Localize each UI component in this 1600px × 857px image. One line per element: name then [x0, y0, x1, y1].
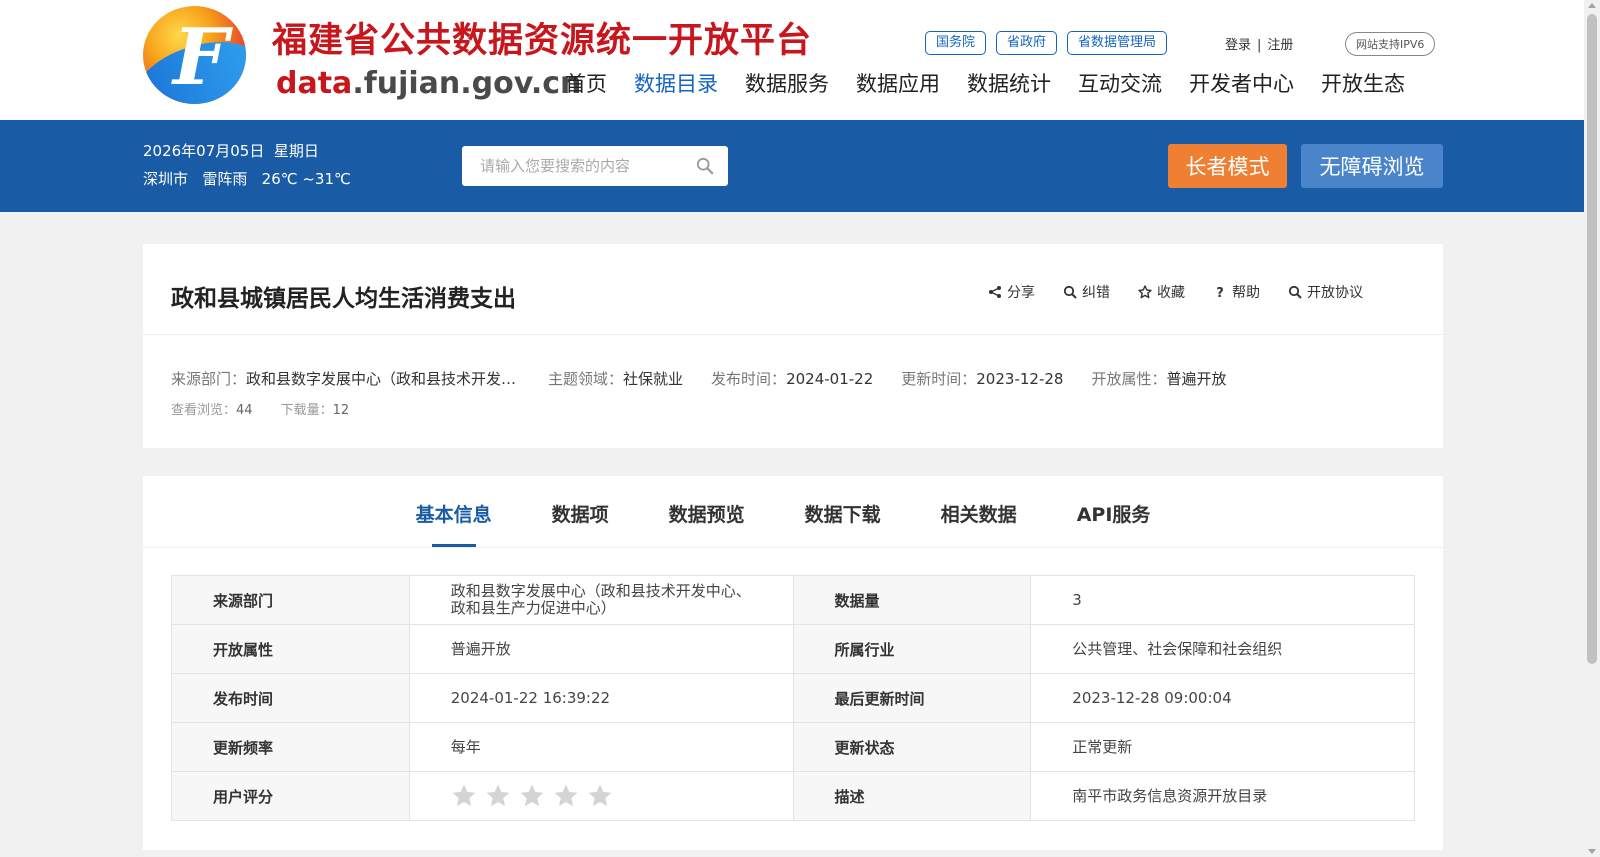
link-state-council[interactable]: 国务院 — [925, 31, 987, 55]
search-icon[interactable] — [696, 157, 714, 175]
cell-key: 所属行业 — [792, 624, 1032, 674]
help-button[interactable]: ? 帮助 — [1213, 282, 1260, 302]
site-header: F 福建省公共数据资源统一开放平台 data.fujian.gov.cn 国务院… — [0, 0, 1584, 120]
meta-publish-time: 发布时间：2024-01-22 — [711, 370, 874, 388]
cell-key: 更新状态 — [792, 722, 1032, 772]
nav-data-services[interactable]: 数据服务 — [745, 68, 829, 98]
cell-key: 发布时间 — [171, 673, 410, 723]
nav-developer-center[interactable]: 开发者中心 — [1189, 68, 1294, 98]
search-input[interactable] — [462, 146, 672, 186]
cell-key: 数据量 — [792, 575, 1032, 625]
link-data-administration[interactable]: 省数据管理局 — [1067, 31, 1168, 55]
tab-related-data[interactable]: 相关数据 — [941, 476, 1017, 547]
cell-value: 2024-01-22 16:39:22 — [408, 673, 794, 723]
scrollbar-thumb[interactable] — [1587, 14, 1597, 664]
link-provincial-government[interactable]: 省政府 — [996, 31, 1058, 55]
cell-value: 南平市政务信息资源开放目录 — [1030, 771, 1415, 821]
table-row: 来源部门 政和县数字发展中心（政和县技术开发中心、政和县生产力促进中心） 数据量… — [171, 575, 1415, 625]
cell-value: 正常更新 — [1030, 722, 1415, 772]
scroll-down-icon[interactable] — [1588, 849, 1596, 854]
cell-value: 3 — [1030, 575, 1415, 625]
main-nav: 首页 数据目录 数据服务 数据应用 数据统计 互动交流 开发者中心 开放生态 — [565, 68, 1405, 98]
report-error-button[interactable]: 纠错 — [1063, 282, 1110, 302]
table-row: 发布时间 2024-01-22 16:39:22 最后更新时间 2023-12-… — [171, 673, 1415, 723]
login-link[interactable]: 登录 — [1225, 38, 1251, 53]
dataset-summary-card: 政和县城镇居民人均生活消费支出 分享 纠错 收藏 ? 帮助 开放协议 来源部门：… — [143, 244, 1443, 448]
rating-star-icon[interactable] — [587, 783, 613, 809]
accessible-browse-button[interactable]: 无障碍浏览 — [1301, 144, 1443, 188]
cell-value: 每年 — [408, 722, 794, 772]
dataset-actions: 分享 纠错 收藏 ? 帮助 开放协议 — [988, 282, 1363, 302]
download-count: 下载量：12 — [280, 403, 350, 418]
view-count: 查看浏览：44 — [171, 403, 253, 418]
site-title: 福建省公共数据资源统一开放平台 — [272, 20, 813, 61]
rating-star-icon[interactable] — [553, 783, 579, 809]
meta-source: 来源部门：政和县数字发展中心（政和县技术开发中心、政和县生产力促进中心） — [171, 370, 520, 388]
dataset-stats: 查看浏览：44 下载量：12 — [171, 399, 349, 418]
meta-topic: 主题领域：社保就业 — [548, 370, 684, 388]
tab-basic-info[interactable]: 基本信息 — [416, 476, 492, 547]
table-row: 开放属性 普遍开放 所属行业 公共管理、社会保障和社会组织 — [171, 624, 1415, 674]
magnifier-icon — [1288, 285, 1302, 299]
rating-star-icon[interactable] — [485, 783, 511, 809]
rating-star-icon[interactable] — [519, 783, 545, 809]
dataset-meta: 来源部门：政和县数字发展中心（政和县技术开发中心、政和县生产力促进中心） 主题领… — [171, 368, 1226, 389]
site-logo-icon[interactable]: F — [143, 6, 246, 104]
basic-info-table: 来源部门 政和县数字发展中心（政和县技术开发中心、政和县生产力促进中心） 数据量… — [171, 575, 1415, 821]
cell-key: 描述 — [792, 771, 1032, 821]
nav-data-apps[interactable]: 数据应用 — [856, 68, 940, 98]
open-license-button[interactable]: 开放协议 — [1288, 282, 1363, 302]
register-link[interactable]: 注册 — [1267, 38, 1293, 53]
cell-value: 政和县数字发展中心（政和县技术开发中心、政和县生产力促进中心） — [408, 575, 794, 625]
meta-update-time: 更新时间：2023-12-28 — [901, 370, 1064, 388]
tab-data-download[interactable]: 数据下载 — [805, 476, 881, 547]
question-icon: ? — [1216, 286, 1224, 299]
nav-home[interactable]: 首页 — [565, 68, 607, 98]
tab-data-preview[interactable]: 数据预览 — [669, 476, 745, 547]
divider — [143, 334, 1443, 335]
ipv6-badge: 网站支持IPV6 — [1345, 32, 1436, 56]
magnifier-icon — [1063, 285, 1077, 299]
cell-key: 更新频率 — [171, 722, 410, 772]
cell-value: 公共管理、社会保障和社会组织 — [1030, 624, 1415, 674]
weather-display: 深圳市 雷阵雨 26℃ ~31℃ — [143, 170, 351, 188]
auth-links: 登录 | 注册 — [1225, 38, 1294, 53]
svg-text:?: ? — [1216, 286, 1224, 299]
cell-key: 最后更新时间 — [792, 673, 1032, 723]
nav-data-catalog[interactable]: 数据目录 — [634, 68, 718, 98]
tab-api-service[interactable]: API服务 — [1077, 476, 1151, 547]
top-links: 国务院 省政府 省数据管理局 — [925, 31, 1168, 55]
favorite-button[interactable]: 收藏 — [1138, 282, 1185, 302]
table-row: 更新频率 每年 更新状态 正常更新 — [171, 722, 1415, 772]
dataset-detail-card: 基本信息 数据项 数据预览 数据下载 相关数据 API服务 来源部门 政和县数字… — [143, 476, 1443, 850]
date-display: 2026年07月05日 星期日 — [143, 142, 319, 160]
cell-key: 来源部门 — [171, 575, 410, 625]
search-box — [462, 146, 728, 186]
nav-data-stats[interactable]: 数据统计 — [967, 68, 1051, 98]
cell-value: 2023-12-28 09:00:04 — [1030, 673, 1415, 723]
page-scrollbar[interactable] — [1584, 0, 1600, 857]
site-domain: data.fujian.gov.cn — [276, 66, 582, 101]
cell-key: 用户评分 — [171, 771, 410, 821]
info-banner: 2026年07月05日 星期日 深圳市 雷阵雨 26℃ ~31℃ 长者模式 无障… — [0, 120, 1584, 212]
scroll-up-icon[interactable] — [1588, 3, 1596, 8]
star-outline-icon — [1138, 285, 1152, 299]
dataset-title: 政和县城镇居民人均生活消费支出 — [171, 286, 516, 312]
tab-data-items[interactable]: 数据项 — [552, 476, 609, 547]
cell-key: 开放属性 — [171, 624, 410, 674]
nav-open-ecosystem[interactable]: 开放生态 — [1321, 68, 1405, 98]
meta-open-attribute: 开放属性：普遍开放 — [1091, 370, 1227, 388]
share-icon — [989, 286, 1001, 298]
rating-cell — [408, 771, 794, 821]
rating-star-icon[interactable] — [451, 783, 477, 809]
share-button[interactable]: 分享 — [988, 282, 1035, 302]
nav-interaction[interactable]: 互动交流 — [1078, 68, 1162, 98]
elder-mode-button[interactable]: 长者模式 — [1168, 144, 1287, 188]
cell-value: 普遍开放 — [408, 624, 794, 674]
table-row: 用户评分 描述 南平市政务信息资源开放目录 — [171, 771, 1415, 821]
detail-tabs: 基本信息 数据项 数据预览 数据下载 相关数据 API服务 — [143, 476, 1443, 548]
user-rating[interactable] — [451, 783, 753, 809]
